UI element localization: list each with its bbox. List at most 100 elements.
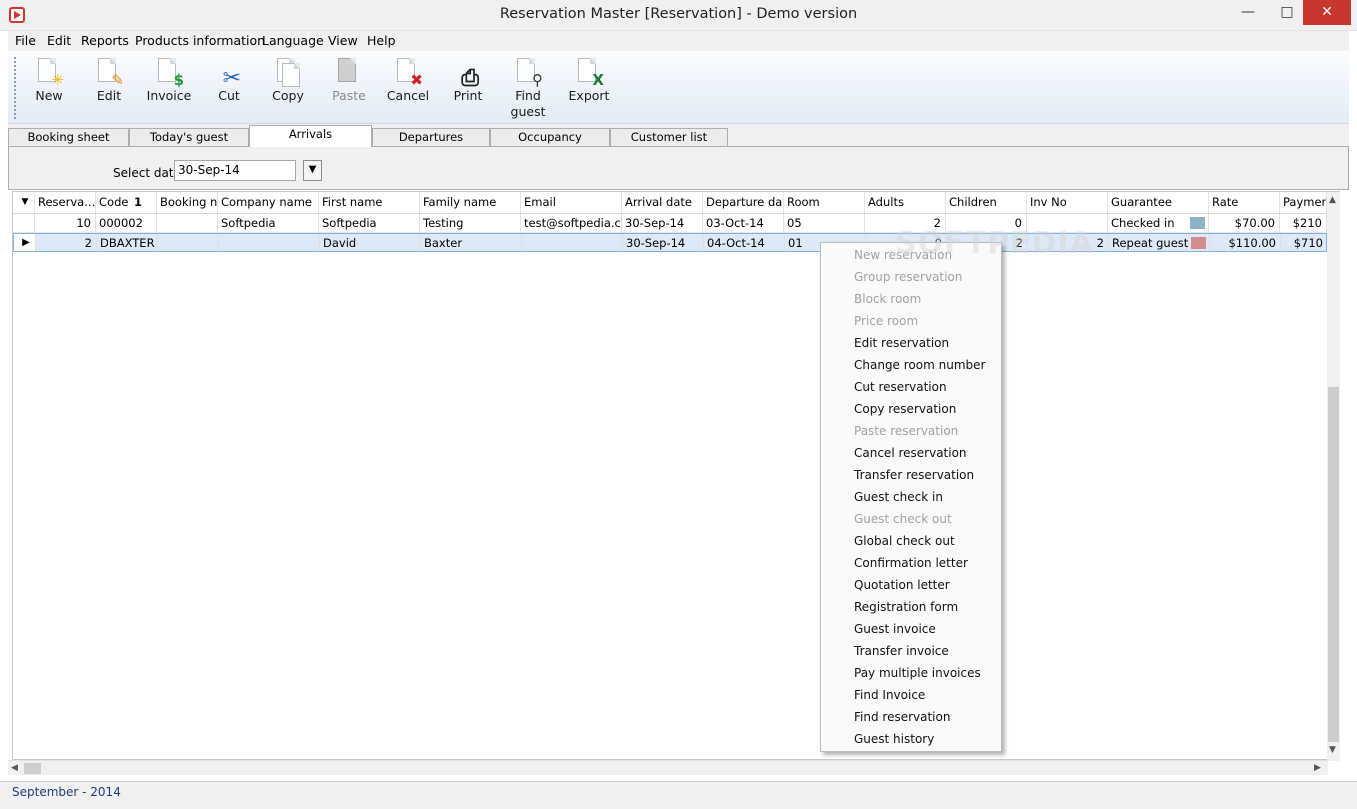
find-guest-button[interactable]: ⚲ Find guest xyxy=(498,55,558,123)
close-button[interactable]: ✕ xyxy=(1303,0,1351,25)
ctx-guest-check-in[interactable]: Guest check in xyxy=(854,486,943,508)
ctx-group-reservation[interactable]: Group reservation xyxy=(854,266,962,288)
col-header-booking-no[interactable]: Booking no xyxy=(157,192,218,213)
new-button[interactable]: ✳ New xyxy=(19,55,79,121)
ctx-change-room-number[interactable]: Change room number xyxy=(854,354,985,376)
menu-language[interactable]: Language xyxy=(262,33,324,48)
cell-payment[interactable]: $710 xyxy=(1281,234,1328,251)
tab-customer-list[interactable]: Customer list xyxy=(610,128,728,146)
ctx-quotation-letter[interactable]: Quotation letter xyxy=(854,574,950,596)
cell-family-name[interactable]: Testing xyxy=(420,214,521,232)
ctx-find-invoice[interactable]: Find Invoice xyxy=(854,684,925,706)
col-header-inv-no[interactable]: Inv No xyxy=(1027,192,1108,213)
col-header-family-name[interactable]: Family name xyxy=(420,192,521,213)
vertical-scrollbar[interactable]: ▲ ▼ xyxy=(1327,192,1340,761)
copy-button[interactable]: Copy xyxy=(258,55,318,121)
col-header-code[interactable]: Code 1 xyxy=(96,192,157,213)
col-header-departure-date[interactable]: Departure date xyxy=(703,192,784,213)
cell-room[interactable]: 05 xyxy=(784,214,865,232)
paste-button[interactable]: Paste xyxy=(319,55,379,121)
ctx-cut-reservation[interactable]: Cut reservation xyxy=(854,376,947,398)
scroll-left-icon[interactable]: ◀ xyxy=(11,763,18,773)
export-button[interactable]: X Export xyxy=(559,55,619,121)
cell-company-name[interactable] xyxy=(219,234,320,251)
cell-email[interactable] xyxy=(522,234,623,251)
table-row[interactable]: ▶ 2 DBAXTER David Baxter 30-Sep-14 04-Oc… xyxy=(13,233,1328,252)
ctx-copy-reservation[interactable]: Copy reservation xyxy=(854,398,956,420)
ctx-price-room[interactable]: Price room xyxy=(854,310,918,332)
tab-occupancy[interactable]: Occupancy xyxy=(490,128,610,146)
ctx-block-room[interactable]: Block room xyxy=(854,288,921,310)
table-row[interactable]: 10 000002 Softpedia Softpedia Testing te… xyxy=(13,214,1327,233)
ctx-cancel-reservation[interactable]: Cancel reservation xyxy=(854,442,967,464)
cell-guarantee[interactable]: Repeat guest xyxy=(1109,234,1210,251)
cell-first-name[interactable]: Softpedia xyxy=(319,214,420,232)
menu-help[interactable]: Help xyxy=(367,33,396,48)
cell-first-name[interactable]: David xyxy=(320,234,421,251)
vertical-scroll-thumb[interactable] xyxy=(1328,387,1339,742)
cell-reservation[interactable]: 10 xyxy=(35,214,96,232)
ctx-pay-multiple-invoices[interactable]: Pay multiple invoices xyxy=(854,662,981,684)
ctx-transfer-reservation[interactable]: Transfer reservation xyxy=(854,464,974,486)
cell-company-name[interactable]: Softpedia xyxy=(218,214,319,232)
col-header-reservation[interactable]: Reserva... xyxy=(35,192,96,213)
cell-departure-date[interactable]: 04-Oct-14 xyxy=(704,234,785,251)
cell-reservation[interactable]: 2 xyxy=(36,234,97,251)
col-header-company-name[interactable]: Company name xyxy=(218,192,319,213)
cell-code[interactable]: 000002 xyxy=(96,214,157,232)
cell-booking-no[interactable] xyxy=(157,214,218,232)
cell-rate[interactable]: $70.00 xyxy=(1209,214,1280,232)
ctx-paste-reservation[interactable]: Paste reservation xyxy=(854,420,958,442)
col-header-arrival-date[interactable]: Arrival date xyxy=(622,192,703,213)
col-header-children[interactable]: Children xyxy=(946,192,1027,213)
row-indicator[interactable] xyxy=(13,214,35,232)
cancel-button[interactable]: ✖ Cancel xyxy=(378,55,438,121)
cell-family-name[interactable]: Baxter xyxy=(421,234,522,251)
ctx-find-reservation[interactable]: Find reservation xyxy=(854,706,950,728)
scroll-right-icon[interactable]: ▶ xyxy=(1314,763,1321,773)
grid-options-icon[interactable]: ▼ xyxy=(13,192,35,213)
tab-departures[interactable]: Departures xyxy=(372,128,490,146)
col-header-adults[interactable]: Adults xyxy=(865,192,946,213)
ctx-guest-check-out[interactable]: Guest check out xyxy=(854,508,952,530)
cell-code[interactable]: DBAXTER xyxy=(97,234,158,251)
menu-products-information[interactable]: Products information xyxy=(135,33,265,48)
col-header-rate[interactable]: Rate xyxy=(1209,192,1280,213)
cell-guarantee[interactable]: Checked in xyxy=(1108,214,1209,232)
horizontal-scrollbar[interactable]: ◀ ▶ xyxy=(8,760,1328,775)
ctx-edit-reservation[interactable]: Edit reservation xyxy=(854,332,949,354)
tab-todays-guest[interactable]: Today's guest xyxy=(129,128,249,146)
col-header-guarantee[interactable]: Guarantee xyxy=(1108,192,1209,213)
col-header-room[interactable]: Room xyxy=(784,192,865,213)
menu-reports[interactable]: Reports xyxy=(81,33,129,48)
invoice-button[interactable]: $ Invoice xyxy=(139,55,199,121)
row-indicator[interactable]: ▶ xyxy=(14,234,36,251)
ctx-global-check-out[interactable]: Global check out xyxy=(854,530,955,552)
menu-edit[interactable]: Edit xyxy=(47,33,71,48)
date-input[interactable]: 30-Sep-14 xyxy=(174,160,296,181)
tab-arrivals[interactable]: Arrivals xyxy=(249,125,372,147)
print-button[interactable]: ⎙ Print xyxy=(438,55,498,121)
ctx-transfer-invoice[interactable]: Transfer invoice xyxy=(854,640,949,662)
col-header-payment[interactable]: Payment xyxy=(1280,192,1327,213)
ctx-guest-history[interactable]: Guest history xyxy=(854,728,934,750)
cell-departure-date[interactable]: 03-Oct-14 xyxy=(703,214,784,232)
menu-file[interactable]: File xyxy=(15,33,36,48)
ctx-registration-form[interactable]: Registration form xyxy=(854,596,958,618)
toolbar-grip[interactable] xyxy=(14,57,18,119)
ctx-confirmation-letter[interactable]: Confirmation letter xyxy=(854,552,968,574)
cell-rate[interactable]: $110.00 xyxy=(1210,234,1281,251)
cut-button[interactable]: ✂ Cut xyxy=(199,55,259,121)
scroll-up-icon[interactable]: ▲ xyxy=(1329,195,1336,205)
scroll-down-icon[interactable]: ▼ xyxy=(1329,745,1336,755)
cell-payment[interactable]: $210 xyxy=(1280,214,1327,232)
cell-email[interactable]: test@softpedia.com xyxy=(521,214,622,232)
edit-button[interactable]: ✎ Edit xyxy=(79,55,139,121)
col-header-email[interactable]: Email xyxy=(521,192,622,213)
col-header-first-name[interactable]: First name xyxy=(319,192,420,213)
ctx-guest-invoice[interactable]: Guest invoice xyxy=(854,618,936,640)
date-dropdown-button[interactable]: ▼ xyxy=(303,160,322,181)
horizontal-scroll-thumb[interactable] xyxy=(24,763,41,774)
cell-arrival-date[interactable]: 30-Sep-14 xyxy=(623,234,704,251)
cell-booking-no[interactable] xyxy=(158,234,219,251)
